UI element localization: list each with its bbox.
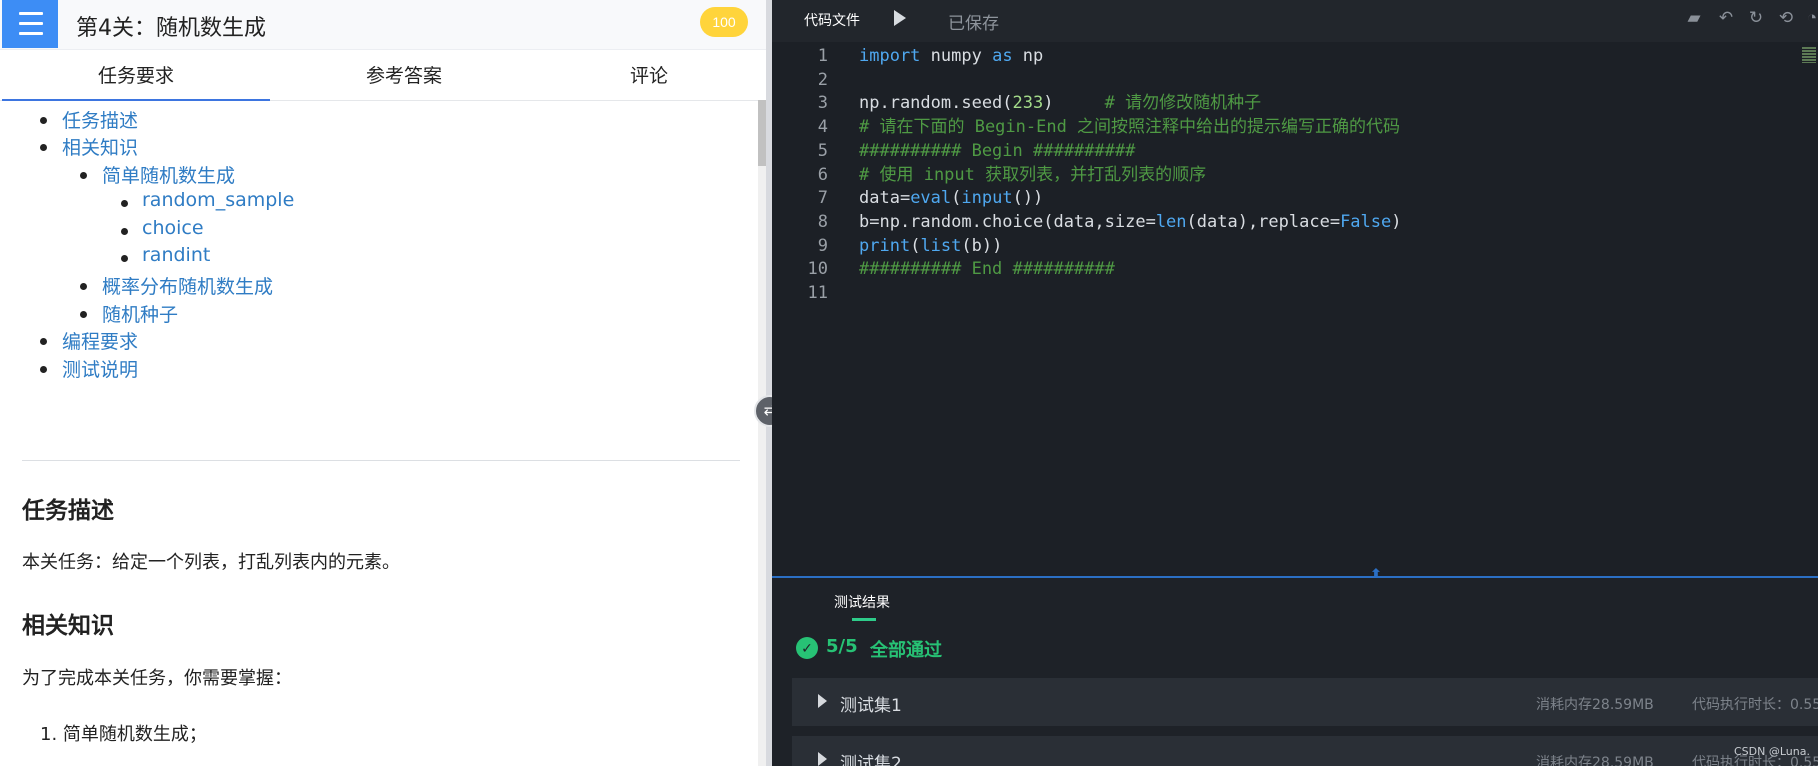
code-token: (data),replace= (1186, 211, 1341, 232)
toc-item[interactable]: choice (142, 217, 204, 239)
section-text: 本关任务：给定一个列表，打乱列表内的元素。 (22, 552, 400, 573)
code-token: ) (1043, 93, 1105, 114)
toc-item[interactable]: 编程要求 (62, 327, 138, 354)
task-tabs: 任务要求 参考答案 评论 (0, 53, 766, 101)
code-token: (b)) (961, 235, 1003, 256)
code-panel: 代码文件 已保存 ▰ ↶ ↻ ⟲ ◔ 1 import numpy as np 2 3… (772, 0, 1818, 766)
editor-toolbar: 代码文件 已保存 ▰ ↶ ↻ ⟲ ◔ (772, 0, 1818, 42)
menu-icon-bar (19, 32, 43, 35)
watermark: CSDN @Luna. (1734, 745, 1810, 758)
menu-button[interactable] (2, 0, 58, 48)
results-panel: 测试结果 ✓ 5/5 全部通过 测试集1 消耗内存28.59MB 代码执行时长：… (772, 578, 1818, 766)
toc-bullet (40, 366, 47, 373)
test-set-time: 代码执行时长：0.55秒 (1692, 697, 1818, 713)
code-token: print (859, 235, 911, 256)
code-file-tab[interactable]: 代码文件 (804, 10, 860, 30)
more-icon[interactable]: ◔ (1802, 8, 1818, 28)
toc-bullet (121, 255, 128, 262)
top-bar: 第4关：随机数生成 100 (0, 0, 766, 50)
code-token: ) (1391, 211, 1402, 232)
tab-reference-answer[interactable]: 参考答案 (270, 53, 538, 101)
code-token: len (1155, 211, 1187, 232)
score-badge: 100 (700, 7, 748, 37)
history-icon[interactable]: ⟲ (1776, 8, 1796, 28)
section-heading: 相关知识 (22, 613, 114, 639)
test-set-name: 测试集1 (840, 696, 902, 716)
section-heading: 任务描述 (22, 498, 114, 524)
pass-count: 5/5 (826, 636, 858, 657)
menu-icon-bar (19, 22, 43, 25)
scroll-thumb[interactable] (758, 100, 766, 166)
code-token: as (992, 46, 1013, 66)
test-set-row[interactable]: 测试集1 消耗内存28.59MB 代码执行时长：0.55秒 (792, 678, 1818, 726)
scrollbar[interactable] (758, 100, 766, 766)
code-token: eval (910, 188, 952, 209)
toc-bullet (40, 117, 47, 124)
section-text: 为了完成本关任务，你需要掌握： (22, 668, 292, 689)
check-circle-icon: ✓ (796, 637, 818, 659)
list-item: 1. 简单随机数生成； (40, 724, 207, 745)
code-token: np (1012, 46, 1044, 66)
test-set-row[interactable]: 测试集2 消耗内存28.59MB 代码执行时长：0.55秒 (792, 736, 1818, 766)
toc-bullet (80, 172, 87, 179)
toc-bullet (40, 338, 47, 345)
code-token: ()) (1012, 188, 1044, 209)
save-status: 已保存 (948, 14, 999, 34)
code-editor[interactable]: 1 import numpy as np 2 3 np.random.seed(233)… (772, 42, 1818, 576)
code-token: # 请在下面的 Begin-End 之间按照注释中给出的提示编写正确的代码 (859, 117, 1401, 138)
code-token: False (1340, 211, 1392, 232)
test-set-memory: 消耗内存28.59MB (1536, 755, 1654, 766)
expand-arrow-icon (818, 694, 827, 708)
section-divider (22, 460, 740, 461)
tab-test-results[interactable]: 测试结果 (834, 592, 890, 612)
tab-underline (852, 618, 876, 621)
code-token: 233 (1012, 93, 1044, 114)
toc-item[interactable]: 测试说明 (62, 355, 138, 382)
toc-item[interactable]: randint (142, 244, 210, 266)
toc-item[interactable]: 随机种子 (102, 300, 178, 327)
code-token: b=np.random.choice(data,size= (859, 211, 1156, 232)
code-token: ( (951, 188, 962, 209)
code-token: list (920, 235, 962, 256)
code-token: ( (910, 235, 921, 256)
code-token: # 使用 input 获取列表，并打乱列表的顺序 (859, 164, 1207, 185)
toc-item[interactable]: random_sample (142, 189, 294, 211)
task-content: 任务描述 相关知识 简单随机数生成 random_sample choice r… (0, 102, 756, 766)
refresh-icon[interactable]: ↻ (1746, 8, 1766, 28)
menu-icon-bar (19, 12, 43, 15)
test-set-name: 测试集2 (840, 754, 902, 766)
folder-icon[interactable]: ▰ (1684, 8, 1704, 28)
code-token: ########## Begin ########## (859, 140, 1136, 161)
pass-label: 全部通过 (870, 640, 942, 661)
tab-task-requirements[interactable]: 任务要求 (2, 53, 270, 101)
line-number: 11 (807, 283, 828, 303)
code-line[interactable]: 11 (772, 280, 1818, 307)
tab-comments[interactable]: 评论 (515, 53, 766, 101)
toc-bullet (40, 144, 47, 151)
undo-icon[interactable]: ↶ (1716, 8, 1736, 28)
page-title: 第4关：随机数生成 (76, 16, 266, 41)
toc-item[interactable]: 任务描述 (62, 106, 138, 133)
toc-bullet (80, 283, 87, 290)
toc-bullet (121, 228, 128, 235)
toc-item[interactable]: 概率分布随机数生成 (102, 272, 273, 299)
toc-item[interactable]: 简单随机数生成 (102, 161, 235, 188)
code-token: # 请勿修改随机种子 (1104, 93, 1262, 114)
toc-item[interactable]: 相关知识 (62, 133, 138, 160)
code-token: import (859, 46, 921, 66)
toc-bullet (80, 311, 87, 318)
test-set-memory: 消耗内存28.59MB (1536, 697, 1654, 713)
code-token: data= (859, 188, 911, 209)
code-token: input (961, 188, 1013, 209)
expand-arrow-icon (818, 752, 827, 766)
minimap[interactable] (1802, 47, 1816, 63)
toc-bullet (121, 200, 128, 207)
code-token: np.random.seed( (859, 93, 1013, 114)
task-panel: 第4关：随机数生成 100 任务要求 参考答案 评论 任务描述 相关知识 简单随… (0, 0, 766, 766)
code-token: ########## End ########## (859, 259, 1115, 280)
run-icon[interactable] (894, 10, 906, 26)
code-token: numpy (920, 46, 993, 66)
